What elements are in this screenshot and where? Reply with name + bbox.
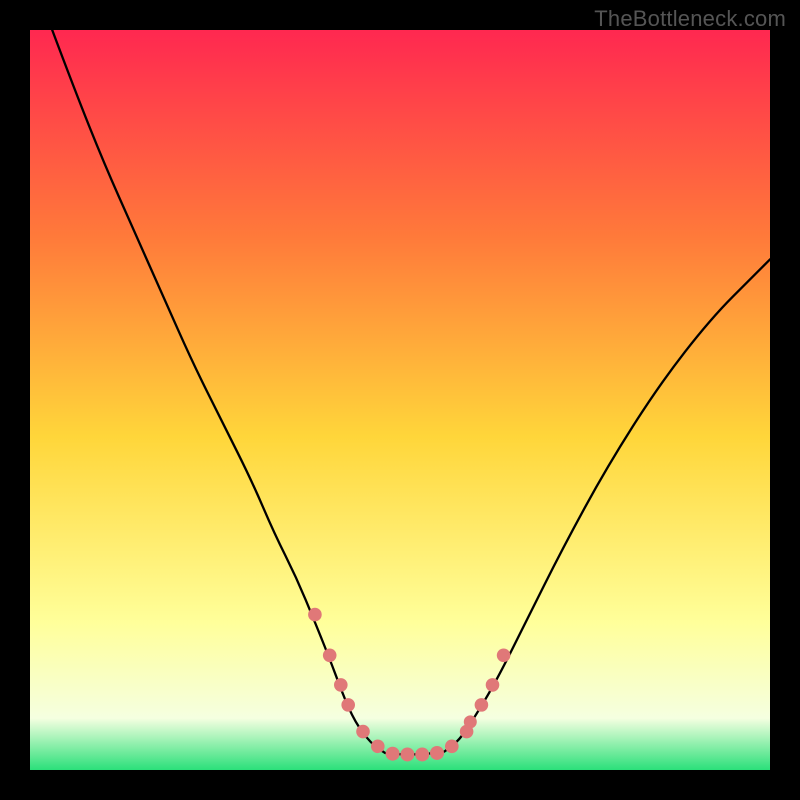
data-marker — [464, 715, 477, 728]
data-marker — [400, 747, 414, 761]
data-marker — [430, 746, 444, 760]
data-marker — [445, 740, 459, 754]
data-marker — [386, 747, 400, 761]
data-marker — [371, 740, 385, 754]
data-marker — [415, 747, 429, 761]
plot-area — [30, 30, 770, 770]
data-marker — [486, 678, 500, 692]
data-marker — [308, 608, 322, 622]
watermark-text: TheBottleneck.com — [594, 6, 786, 32]
gradient-background — [30, 30, 770, 770]
chart-frame: TheBottleneck.com — [0, 0, 800, 800]
data-marker — [341, 698, 355, 712]
data-marker — [323, 649, 337, 663]
data-marker — [475, 698, 489, 712]
chart-svg — [30, 30, 770, 770]
data-marker — [356, 725, 370, 739]
data-marker — [334, 678, 348, 692]
data-marker — [497, 649, 511, 663]
